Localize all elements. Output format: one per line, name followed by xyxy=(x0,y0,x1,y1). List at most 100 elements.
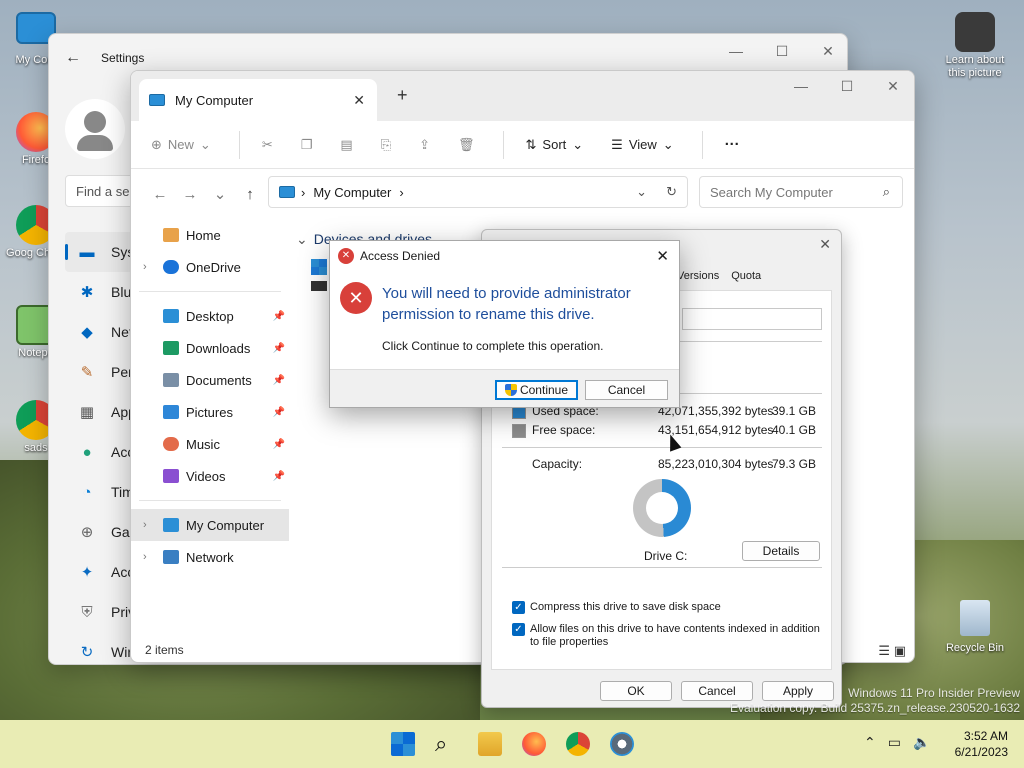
shield-icon: ⛨ xyxy=(81,603,93,621)
start-icon[interactable] xyxy=(391,732,415,756)
nav-item-downloads[interactable]: Downloads 📌 xyxy=(131,332,289,364)
music-icon xyxy=(163,437,179,451)
compress-checkbox[interactable]: ✓ Compress this drive to save disk space xyxy=(512,601,721,614)
dialog-footer: Continue Cancel xyxy=(330,369,679,407)
apply-button[interactable]: Apply xyxy=(762,681,834,701)
chevron-right-icon[interactable]: › xyxy=(143,551,147,563)
chevron-right-icon[interactable]: › xyxy=(143,519,147,531)
network-icon[interactable]: ▭ xyxy=(888,734,901,751)
close-icon[interactable]: ✕ xyxy=(819,236,831,253)
search-icon[interactable]: ⌕ xyxy=(435,732,459,756)
back-arrow-icon[interactable]: ← xyxy=(145,186,175,203)
file-explorer-icon[interactable] xyxy=(478,732,502,756)
drive-icon[interactable] xyxy=(311,259,327,275)
search-icon: ⌕ xyxy=(882,184,890,199)
paste-icon[interactable]: ▤ xyxy=(340,137,352,153)
settings-window-controls: — ☐ ✕ xyxy=(713,42,847,60)
view-button[interactable]: ☰ View ⌄ xyxy=(611,137,674,153)
drive-name-input[interactable] xyxy=(682,308,822,330)
pin-icon: 📌 xyxy=(272,406,285,418)
nav-item-home[interactable]: Home xyxy=(131,219,289,251)
watermark-line-2: Evaluation copy. Build 25375.zn_release.… xyxy=(730,701,1020,715)
monitor-icon xyxy=(163,518,179,532)
new-tab-plus-icon[interactable]: + xyxy=(397,85,408,106)
sort-button[interactable]: ⇅ Sort ⌄ xyxy=(526,137,584,153)
close-icon[interactable]: ✕ xyxy=(656,247,669,265)
cancel-button[interactable]: Cancel xyxy=(585,380,668,400)
camera-icon xyxy=(955,12,995,52)
close-icon[interactable]: ✕ xyxy=(805,42,847,60)
copy-icon[interactable]: ❐ xyxy=(301,137,313,153)
tab-versions[interactable]: Versions xyxy=(677,270,719,282)
index-checkbox[interactable]: ✓ Allow files on this drive to have conte… xyxy=(512,623,822,649)
nav-item-videos[interactable]: Videos 📌 xyxy=(131,460,289,492)
maximize-icon[interactable]: ☐ xyxy=(824,77,870,95)
access-denied-dialog: ✕ Access Denied ✕ ✕ You will need to pro… xyxy=(329,240,680,408)
recent-chevron-icon[interactable]: ⌄ xyxy=(205,185,235,203)
details-view-icon[interactable]: ☰ xyxy=(878,643,890,658)
nav-item-desktop[interactable]: Desktop 📌 xyxy=(131,300,289,332)
nav-item-music[interactable]: Music 📌 xyxy=(131,428,289,460)
new-button[interactable]: ⊕ New ⌄ xyxy=(151,137,211,153)
tiles-view-icon[interactable]: ▣ xyxy=(894,643,906,658)
continue-button[interactable]: Continue xyxy=(495,380,578,400)
nav-divider xyxy=(139,500,281,501)
desktop-icon-recycle-bin[interactable]: Recycle Bin xyxy=(940,600,1010,655)
tab-quota[interactable]: Quota xyxy=(731,270,761,282)
minimize-icon[interactable]: — xyxy=(778,77,824,95)
chevron-down-icon[interactable]: ⌄ xyxy=(636,184,647,200)
desktop-icon-learn-about-picture[interactable]: Learn about this picture xyxy=(940,12,1010,80)
breadcrumb[interactable]: My Computer xyxy=(313,185,391,200)
network-icon xyxy=(163,550,179,564)
divider xyxy=(502,447,822,448)
up-arrow-icon[interactable]: ↑ xyxy=(235,186,265,203)
explorer-search-input[interactable]: Search My Computer ⌕ xyxy=(699,176,903,208)
properties-tabs: Versions Quota xyxy=(677,270,761,282)
delete-icon[interactable]: 🗑 xyxy=(458,137,475,153)
close-icon[interactable]: ✕ xyxy=(870,77,914,95)
tab-close-icon[interactable]: ✕ xyxy=(353,92,365,109)
update-icon: ↻ xyxy=(80,644,94,661)
status-bar-count: 2 items xyxy=(145,643,184,657)
checkmark-icon: ✓ xyxy=(512,623,525,636)
cloud-icon xyxy=(163,260,179,274)
nav-item-pictures[interactable]: Pictures 📌 xyxy=(131,396,289,428)
refresh-icon[interactable]: ↻ xyxy=(666,184,677,200)
apps-icon: ▦ xyxy=(79,404,95,421)
chrome-icon[interactable] xyxy=(566,732,590,756)
drive-bar-icon xyxy=(311,281,327,291)
view-toggle: ☰ ▣ xyxy=(878,643,906,659)
minimize-icon[interactable]: — xyxy=(713,42,759,60)
avatar[interactable] xyxy=(65,99,125,159)
more-options-button[interactable]: ··· xyxy=(725,136,740,153)
nav-item-network[interactable]: › Network xyxy=(131,541,289,573)
watermark-line-1: Windows 11 Pro Insider Preview xyxy=(848,686,1020,700)
nav-item-documents[interactable]: Documents 📌 xyxy=(131,364,289,396)
monitor-icon xyxy=(279,186,295,198)
nav-item-onedrive[interactable]: › OneDrive xyxy=(131,251,289,283)
cut-icon[interactable]: ✂ xyxy=(262,137,273,153)
plus-circle-icon: ⊕ xyxy=(151,136,162,152)
chevron-up-icon[interactable]: ⌃ xyxy=(864,734,876,751)
address-bar[interactable]: › My Computer › ⌄ ↻ xyxy=(268,176,688,208)
clock[interactable]: 3:52 AM 6/21/2023 xyxy=(955,728,1008,760)
firefox-icon[interactable] xyxy=(522,732,546,756)
ok-button[interactable]: OK xyxy=(600,681,672,701)
chevron-right-icon[interactable]: › xyxy=(143,261,147,273)
back-arrow-icon[interactable]: ← xyxy=(65,49,81,67)
nav-item-my-computer[interactable]: › My Computer xyxy=(131,509,289,541)
cancel-button[interactable]: Cancel xyxy=(681,681,753,701)
pin-icon: 📌 xyxy=(272,470,285,482)
drive-label: Drive C: xyxy=(644,549,688,563)
share-icon[interactable]: ⇪ xyxy=(419,137,430,153)
brush-icon: ✎ xyxy=(80,364,94,381)
wifi-icon: ◆ xyxy=(81,324,93,341)
desktop-icon xyxy=(163,309,179,323)
settings-gear-icon[interactable] xyxy=(610,732,634,756)
rename-icon[interactable]: ⎘ xyxy=(381,137,391,153)
volume-icon[interactable]: 🔈 xyxy=(913,734,930,751)
tab-my-computer[interactable]: My Computer ✕ xyxy=(139,79,377,121)
details-button[interactable]: Details xyxy=(742,541,820,561)
maximize-icon[interactable]: ☐ xyxy=(759,42,805,60)
forward-arrow-icon[interactable]: → xyxy=(175,186,205,203)
